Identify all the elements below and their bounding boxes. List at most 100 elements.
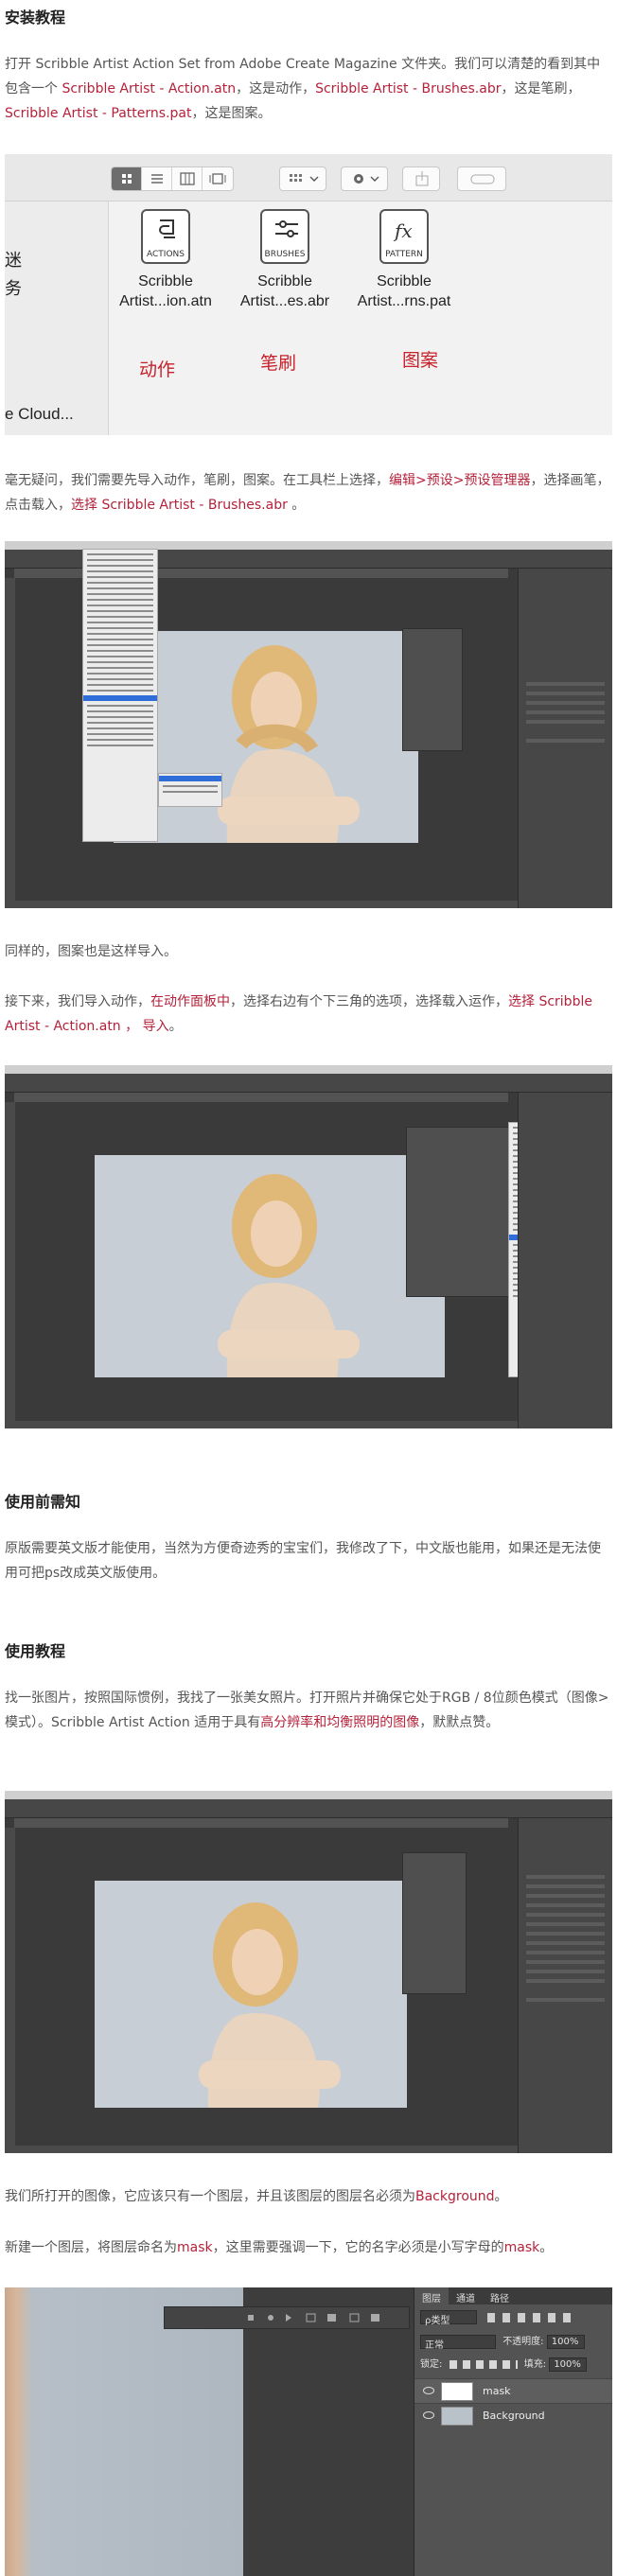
file-item-action[interactable]: ACTIONS Scribble Artist...ion.atn xyxy=(114,209,218,311)
panel-tabs: 图层 通道 路径 xyxy=(414,2287,612,2304)
text: 。 xyxy=(287,498,306,513)
share-icon[interactable] xyxy=(402,166,440,191)
text: 新建一个图层，将图层命名为 xyxy=(5,2240,177,2255)
file-name-line1: Scribble xyxy=(257,273,312,289)
portrait-image xyxy=(95,1155,445,1377)
paragraph-import-patterns: 同样的，图案也是这样导入。 xyxy=(5,944,177,959)
lock-row: 锁定: 填充: 100% xyxy=(414,2356,612,2372)
tag-icon[interactable] xyxy=(457,166,506,191)
layer-row-mask[interactable]: mask xyxy=(414,2378,612,2403)
photo-canvas xyxy=(114,631,418,843)
file-name-line2: Artist...rns.pat xyxy=(357,293,451,309)
text: 。 xyxy=(168,1019,183,1034)
sidebar-item-creative-cloud[interactable]: e Cloud... xyxy=(5,405,74,424)
actions-file-icon: ACTIONS xyxy=(141,209,190,264)
dark-workspace xyxy=(243,2287,414,2576)
finder-window-screenshot: 迷 务 e Cloud... ACTIONS Scribble Artist..… xyxy=(5,154,612,435)
kind-filter-select[interactable]: ρ类型 xyxy=(420,2310,477,2326)
highlight-mask: mask xyxy=(177,2240,213,2255)
sidebar-item-partial[interactable]: 务 xyxy=(5,275,22,300)
opacity-input[interactable]: 100% xyxy=(546,2334,585,2349)
eye-icon[interactable] xyxy=(423,2387,434,2394)
actions-toolbar xyxy=(164,2306,410,2329)
tools-panel xyxy=(5,578,15,908)
icon-view-icon[interactable] xyxy=(112,167,142,190)
finder-toolbar xyxy=(5,154,612,202)
file-item-brushes[interactable]: BRUSHES Scribble Artist...es.abr xyxy=(233,209,337,311)
file-name-line2: Artist...ion.atn xyxy=(119,293,212,309)
group-by-button[interactable] xyxy=(279,166,326,191)
text: ，这是动作， xyxy=(236,81,316,96)
file-icon-label: PATTERN xyxy=(385,250,423,259)
options-bar xyxy=(5,1799,612,1818)
photoshop-actions-menu-screenshot xyxy=(5,1065,612,1428)
text: 接下来，我们导入动作， xyxy=(5,994,150,1009)
paragraph-install-files: 打开 Scribble Artist Action Set from Adobe… xyxy=(5,52,612,126)
heading-install: 安装教程 xyxy=(5,9,66,26)
fill-input[interactable]: 100% xyxy=(549,2357,588,2372)
gear-icon[interactable] xyxy=(341,166,388,191)
view-mode-segmented-control[interactable] xyxy=(111,166,234,191)
caption-brushes: 笔刷 xyxy=(260,353,297,374)
text: ，默默点赞。 xyxy=(419,1715,500,1730)
portrait-image xyxy=(95,1881,407,2108)
highlight-select-brushes: 选择 Scribble Artist - Brushes.abr xyxy=(71,498,288,513)
brushes-file-icon: BRUSHES xyxy=(260,209,309,264)
right-panels xyxy=(518,1093,612,1428)
tab-paths[interactable]: 路径 xyxy=(483,2287,517,2304)
sidebar-item-partial[interactable]: 迷 xyxy=(5,247,22,272)
tab-channels[interactable]: 通道 xyxy=(449,2287,483,2304)
svg-text:fx: fx xyxy=(393,219,413,242)
options-bar xyxy=(5,1074,612,1093)
photo-crop xyxy=(5,2287,243,2576)
text: 。 xyxy=(539,2240,554,2255)
portrait-image xyxy=(114,631,418,843)
opacity-label: 不透明度: xyxy=(502,2337,544,2347)
highlight-patterns-file: Scribble Artist - Patterns.pat xyxy=(5,106,192,121)
file-item-patterns[interactable]: fx PATTERN Scribble Artist...rns.pat xyxy=(352,209,456,311)
lock-icons[interactable] xyxy=(449,2359,518,2369)
filter-icons[interactable] xyxy=(487,2312,573,2322)
caption-patterns: 图案 xyxy=(402,350,439,371)
photo-canvas xyxy=(95,1881,407,2108)
heading-prereq: 使用前需知 xyxy=(5,1493,81,1511)
column-view-icon[interactable] xyxy=(172,167,203,190)
pattern-file-icon: fx PATTERN xyxy=(379,209,429,264)
fill-label: 填充: xyxy=(523,2359,547,2370)
file-name-line2: Artist...es.abr xyxy=(239,293,330,309)
layer-thumbnail xyxy=(441,2382,473,2401)
paragraph-import-actions: 接下来，我们导入动作，在动作面板中，选择右边有个下三角的选项，选择载入运作，选择… xyxy=(5,990,612,1039)
paragraph-prereq: 原版需要英文版才能使用，当然为方便奇迹秀的宝宝们，我修改了下，中文版也能用，如果… xyxy=(5,1541,601,1581)
list-view-icon[interactable] xyxy=(142,167,172,190)
layer-name: Background xyxy=(483,2410,545,2422)
layer-thumbnail xyxy=(441,2407,473,2426)
tools-panel xyxy=(5,1828,15,2153)
photoshop-edit-menu-screenshot xyxy=(5,541,612,908)
document-tab-bar xyxy=(14,1818,508,1828)
paragraph-mask-layer: 新建一个图层，将图层命名为mask，这里需要强调一下，它的名字必须是小写字母的m… xyxy=(5,2235,612,2260)
file-icon-label: BRUSHES xyxy=(264,250,306,259)
highlight-action-file: Scribble Artist - Action.atn xyxy=(62,81,237,96)
blend-mode-select[interactable]: 正常 xyxy=(420,2334,496,2351)
paragraph-background-layer: 我们所打开的图像，它应该只有一个图层，并且该图层的图层名必须为Backgroun… xyxy=(5,2184,612,2209)
heading-usage: 使用教程 xyxy=(5,1642,66,1660)
presets-submenu[interactable] xyxy=(158,773,222,807)
photo-canvas xyxy=(95,1155,445,1377)
status-bar xyxy=(15,1421,518,1428)
eye-icon[interactable] xyxy=(423,2411,434,2419)
tab-layers[interactable]: 图层 xyxy=(414,2287,449,2304)
text: 我们所打开的图像，它应该只有一个图层，并且该图层的图层名必须为 xyxy=(5,2189,415,2204)
text: ，这是笔刷， xyxy=(501,81,581,96)
tools-panel xyxy=(5,1102,15,1428)
highlight-image-requirement: 高分辨率和均衡照明的图像 xyxy=(260,1715,420,1730)
layer-name: mask xyxy=(483,2385,511,2397)
gallery-view-icon[interactable] xyxy=(203,167,233,190)
text: 毫无疑问，我们需要先导入动作，笔刷，图案。在工具栏上选择， xyxy=(5,473,389,488)
blend-row: 正常 不透明度: 100% xyxy=(414,2333,612,2351)
edit-dropdown-menu[interactable] xyxy=(82,549,158,842)
highlight-mask: mask xyxy=(503,2240,540,2255)
mac-menubar xyxy=(5,1791,612,1799)
photoshop-layers-panel-screenshot: 图层 通道 路径 ρ类型 正常 不透明度: 100% 锁定: 填充: 100% ma… xyxy=(5,2287,612,2576)
actions-panel xyxy=(406,1127,512,1297)
layer-row-background[interactable]: Background xyxy=(414,2403,612,2427)
